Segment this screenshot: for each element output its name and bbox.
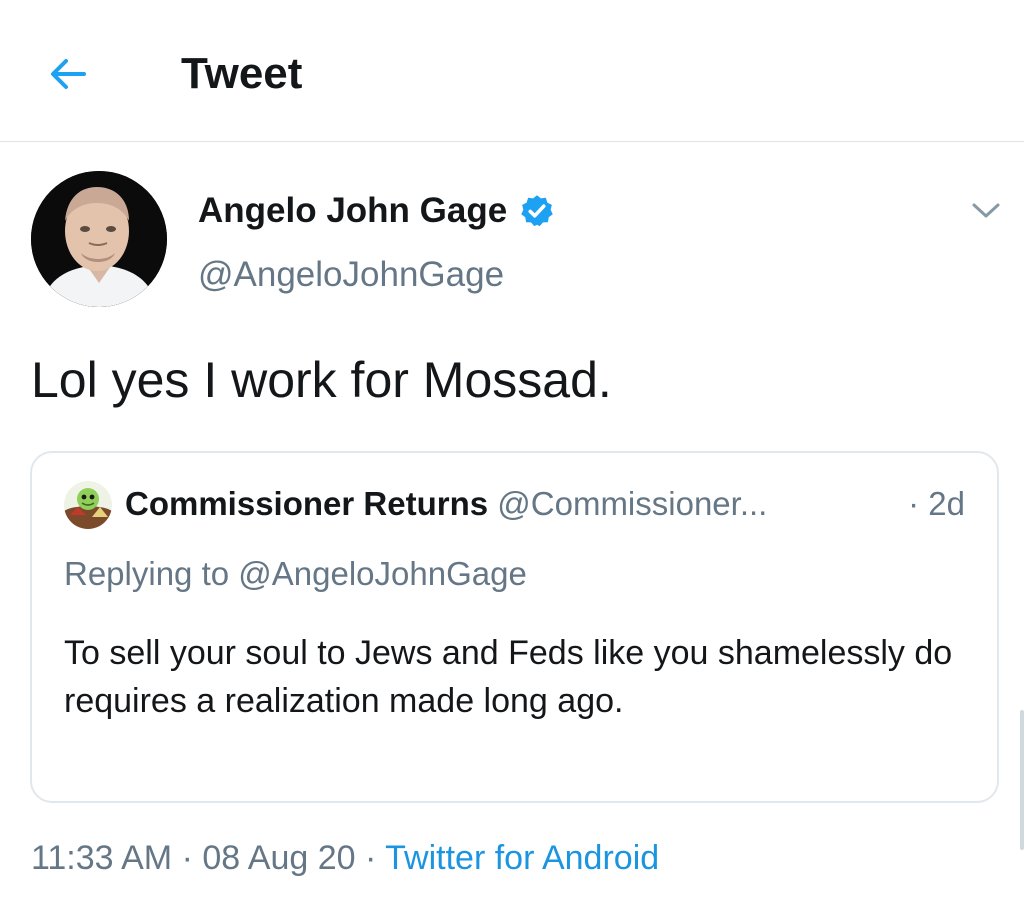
tweet-timestamp-line: 11:33 AM · 08 Aug 20 · Twitter for Andro…	[31, 836, 659, 880]
top-app-bar: Tweet	[0, 0, 1024, 142]
quoted-author-avatar	[64, 481, 112, 529]
quoted-author-name: Commissioner Returns	[125, 485, 489, 522]
quoted-tweet-card[interactable]: Commissioner Returns @Commissioner... · …	[30, 451, 999, 803]
quoted-tweet-text: To sell your soul to Jews and Feds like …	[64, 634, 953, 720]
tweet-source-link[interactable]: Twitter for Android	[385, 839, 659, 877]
page-title: Tweet	[181, 49, 303, 98]
back-button[interactable]	[44, 50, 92, 98]
chevron-down-icon	[972, 203, 1000, 218]
verified-badge-icon	[521, 195, 553, 227]
replying-to-label: Replying to @AngeloJohnGage	[64, 555, 527, 592]
author-avatar-image	[31, 171, 167, 307]
quoted-timestamp: · 2d	[908, 485, 965, 522]
author-handle[interactable]: @AngeloJohnGage	[198, 254, 504, 296]
arrow-left-icon	[51, 59, 86, 89]
tweet-time: 11:33 AM	[31, 839, 173, 877]
tweet-text: Lol yes I work for Mossad.	[31, 352, 612, 408]
quoted-author-line: Commissioner Returns @Commissioner...	[125, 483, 767, 525]
author-name[interactable]: Angelo John Gage	[198, 190, 555, 232]
author-name-text: Angelo John Gage	[198, 191, 508, 230]
separator: ·	[364, 839, 377, 877]
tweet-date: 08 Aug 20	[202, 839, 356, 877]
scrollbar[interactable]	[1020, 710, 1024, 850]
tweet-menu-button[interactable]	[966, 196, 1006, 226]
quoted-author-avatar-image	[64, 481, 112, 529]
separator: ·	[181, 839, 193, 877]
author-avatar[interactable]	[31, 171, 167, 307]
quoted-author-handle: @Commissioner...	[497, 485, 768, 522]
